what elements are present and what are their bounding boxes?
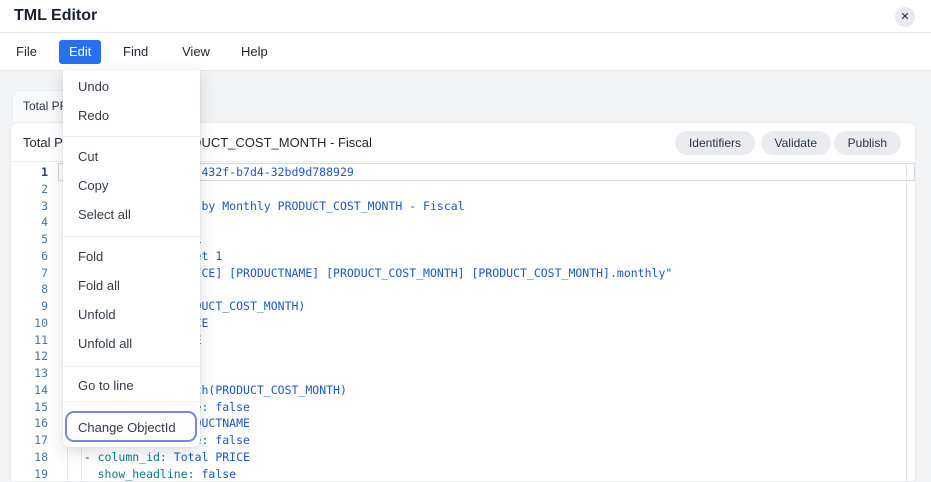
- menubar-item-help[interactable]: Help: [231, 40, 278, 64]
- line-number: 15: [11, 399, 56, 416]
- menu-item-undo[interactable]: Undo: [63, 72, 200, 101]
- menu-item-unfold-all[interactable]: Unfold all: [63, 329, 200, 358]
- menu-divider: [63, 401, 200, 402]
- menu-item-change-objectid[interactable]: Change ObjectId: [65, 411, 197, 442]
- line-number: 11: [11, 332, 56, 349]
- code-token: false: [208, 400, 250, 414]
- code-token: column_id:: [98, 450, 167, 464]
- line-number: 14: [11, 382, 56, 399]
- window-title: TML Editor: [14, 7, 97, 25]
- menubar-item-find[interactable]: Find: [113, 40, 158, 64]
- menu-item-select-all[interactable]: Select all: [63, 200, 200, 229]
- line-number: 7: [11, 265, 56, 282]
- title-bar: TML Editor ✕: [0, 0, 931, 33]
- menu-item-fold-all[interactable]: Fold all: [63, 271, 200, 300]
- line-number: 9: [11, 298, 56, 315]
- line-number: 3: [11, 198, 56, 215]
- menu-divider: [63, 236, 200, 237]
- line-number: 1: [11, 164, 56, 181]
- line-number: 12: [11, 348, 56, 365]
- identifiers-button[interactable]: Identifiers: [675, 131, 755, 155]
- line-number: 18: [11, 449, 56, 466]
- line-number: 4: [11, 214, 56, 231]
- line-number: 5: [11, 231, 56, 248]
- code-token: false: [208, 433, 250, 447]
- line-number: 19: [11, 466, 56, 482]
- code-token: show_headline:: [98, 467, 195, 481]
- code-token: false: [195, 467, 237, 481]
- code-line[interactable]: show_headline: false: [63, 466, 236, 482]
- line-number: 8: [11, 281, 56, 298]
- publish-button[interactable]: Publish: [834, 131, 901, 155]
- menu-bar: File Edit Find View Help: [0, 33, 931, 71]
- line-number: 17: [11, 432, 56, 449]
- code-token: -: [63, 450, 98, 464]
- menubar-item-edit[interactable]: Edit: [59, 40, 101, 64]
- menu-divider: [63, 366, 200, 367]
- code-line[interactable]: - column_id: Total PRICE: [63, 449, 250, 466]
- line-number: 16: [11, 415, 56, 432]
- code-token: Total PRICE: [167, 450, 250, 464]
- menu-item-cut[interactable]: Cut: [63, 142, 200, 171]
- menubar-item-view[interactable]: View: [172, 40, 220, 64]
- line-number: 2: [11, 181, 56, 198]
- edit-menu: UndoRedoCutCopySelect allFoldFold allUnf…: [63, 70, 200, 447]
- menu-item-unfold[interactable]: Unfold: [63, 300, 200, 329]
- code-token: "[Total PRICE] [PRODUCTNAME] [PRODUCT_CO…: [118, 266, 672, 280]
- menu-divider: [63, 136, 200, 137]
- close-icon[interactable]: ✕: [895, 7, 915, 27]
- line-number: 10: [11, 315, 56, 332]
- menu-item-go-to-line[interactable]: Go to line: [63, 371, 200, 400]
- editor-ruler: [906, 163, 907, 482]
- menu-item-redo[interactable]: Redo: [63, 101, 200, 130]
- menu-item-copy[interactable]: Copy: [63, 171, 200, 200]
- line-number: 13: [11, 365, 56, 382]
- code-token: [63, 467, 98, 481]
- menu-item-fold[interactable]: Fold: [63, 242, 200, 271]
- validate-button[interactable]: Validate: [761, 131, 831, 155]
- line-number: 6: [11, 248, 56, 265]
- menubar-item-file[interactable]: File: [6, 40, 47, 64]
